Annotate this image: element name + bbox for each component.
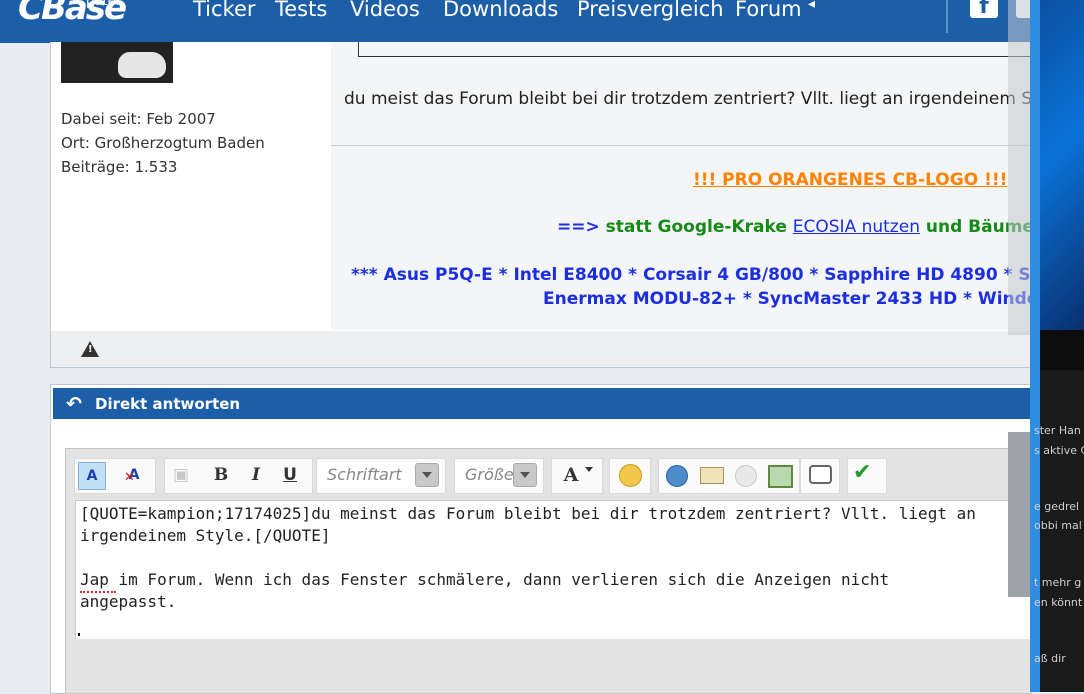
- signature-divider: [331, 145, 1030, 146]
- desktop-panel: [1040, 330, 1084, 370]
- signature-ecosia-line: ==> statt Google-Krake ECOSIA nutzen und…: [557, 217, 1030, 237]
- post-user-pane: [51, 42, 331, 330]
- post-message-text: du meist das Forum bleibt bei dir trotzd…: [344, 89, 1030, 109]
- desktop-text: en könnt: [1034, 596, 1083, 609]
- reply-arrow-icon: ↶: [66, 393, 82, 415]
- italic-icon[interactable]: I: [243, 462, 269, 488]
- signature-hardware-line2: Enermax MODU-82+ * SyncMaster 2433 HD * …: [543, 289, 1030, 309]
- paste-icon[interactable]: ▣: [168, 462, 194, 488]
- wysiwyg-toggle-icon[interactable]: A: [78, 462, 106, 490]
- warning-exclamation: !: [88, 344, 93, 355]
- insert-email-icon[interactable]: [700, 467, 724, 484]
- desktop-text: aß dir: [1034, 652, 1066, 665]
- page-scrollbar-track[interactable]: [1008, 0, 1030, 335]
- textarea-line: [QUOTE=kampion;17174025]du meinst das Fo…: [80, 504, 976, 523]
- user-joined-date: Dabei seit: Feb 2007: [61, 110, 216, 128]
- nav-link-videos[interactable]: Videos: [350, 0, 420, 21]
- remove-format-cross: ✕: [124, 470, 135, 485]
- textarea-line: Jap im Forum. Wenn ich das Fenster schmä…: [80, 570, 890, 589]
- signature-logo-link[interactable]: !!! PRO ORANGENES CB-LOGO !!!: [693, 170, 1007, 190]
- desktop-text: obbi mal: [1034, 519, 1082, 532]
- text-caret: [78, 633, 80, 636]
- underline-icon[interactable]: U: [277, 462, 303, 488]
- nav-link-preisvergleich[interactable]: Preisvergleich: [577, 0, 724, 21]
- signature-text: statt Google-Krake: [605, 217, 793, 237]
- signature-hardware-line1: *** Asus P5Q-E * Intel E8400 * Corsair 4…: [351, 265, 1030, 285]
- user-location: Ort: Großherzogtum Baden: [61, 134, 265, 152]
- desktop-text: ster Han: [1034, 424, 1081, 437]
- bold-icon[interactable]: B: [208, 462, 234, 488]
- smiley-icon[interactable]: [619, 464, 642, 487]
- insert-image-icon[interactable]: [735, 465, 757, 487]
- spelling-error-underline: [80, 588, 116, 593]
- font-family-dropdown-icon[interactable]: [415, 463, 439, 487]
- insert-link-icon[interactable]: [666, 465, 688, 487]
- desktop-text: e gedrel: [1034, 500, 1080, 513]
- nav-link-tests[interactable]: Tests: [275, 0, 327, 21]
- avatar-image-detail: [118, 52, 166, 78]
- insert-quote-icon[interactable]: [809, 465, 832, 484]
- page-scrollbar-thumb[interactable]: [1008, 432, 1030, 597]
- font-size-dropdown-icon[interactable]: [513, 463, 537, 487]
- ecosia-link[interactable]: ECOSIA nutzen: [793, 217, 920, 237]
- reply-textarea[interactable]: [QUOTE=kampion;17174025]du meinst das Fo…: [75, 500, 1032, 640]
- desktop-text: s aktive C: [1034, 444, 1084, 457]
- nav-arrow-icon[interactable]: ◂: [808, 0, 815, 12]
- nav-link-forum[interactable]: Forum: [735, 0, 802, 21]
- font-color-dropdown-icon[interactable]: [585, 467, 593, 472]
- desktop-text: t mehr g: [1034, 576, 1082, 589]
- nav-link-downloads[interactable]: Downloads: [443, 0, 558, 21]
- spellcheck-icon[interactable]: ✔: [853, 460, 871, 485]
- quick-reply-title: Direkt antworten: [95, 395, 241, 413]
- user-post-count: Beiträge: 1.533: [61, 158, 178, 176]
- site-logo-sub: puter: [86, 0, 121, 9]
- editor-footer: [75, 639, 1030, 677]
- textarea-line: angepasst.: [80, 592, 177, 611]
- facebook-icon[interactable]: f: [970, 0, 998, 18]
- desktop-wallpaper: [1040, 0, 1084, 330]
- textarea-line: irgendeinem Style.[/QUOTE]: [80, 526, 331, 545]
- insert-picture-icon[interactable]: [768, 465, 793, 488]
- signature-arrow: ==>: [557, 217, 606, 237]
- nav-link-ticker[interactable]: Ticker: [193, 0, 256, 21]
- nav-divider: [946, 0, 948, 33]
- quote-box: [358, 42, 1031, 57]
- post-footer: [51, 331, 1030, 367]
- font-color-icon[interactable]: A: [558, 462, 584, 488]
